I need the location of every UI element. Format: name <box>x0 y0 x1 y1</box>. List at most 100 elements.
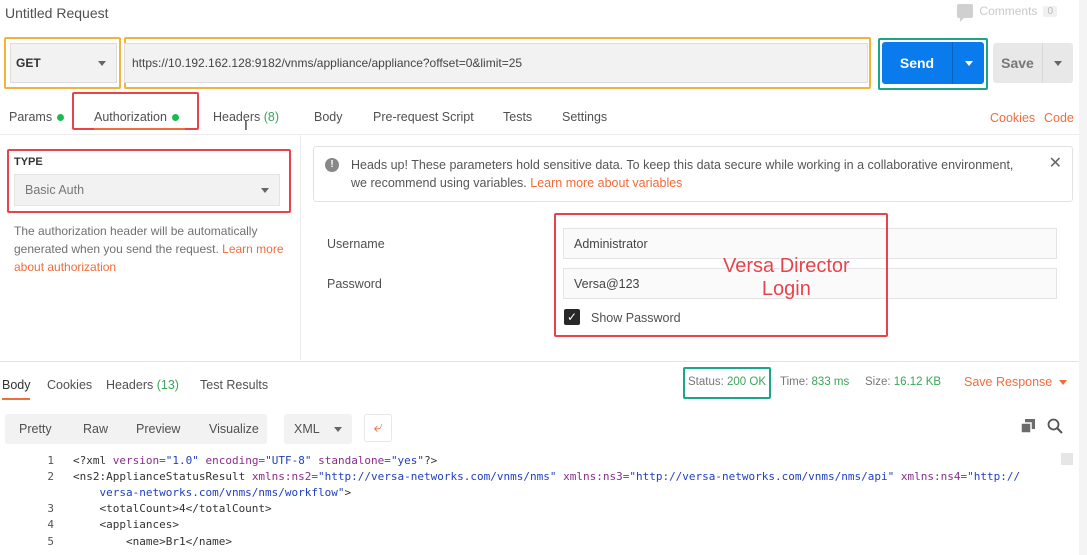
response-tab-cookies[interactable]: Cookies <box>47 378 92 392</box>
xml-value: "http://versa-networks.com/vnms/nms" <box>318 470 557 483</box>
sensitive-data-alert: ! Heads up! These parameters hold sensit… <box>313 146 1073 202</box>
save-options-dropdown[interactable] <box>1042 43 1073 83</box>
time-value: 833 ms <box>811 376 850 388</box>
url-input[interactable]: https://10.192.162.128:9182/vnms/applian… <box>124 43 868 83</box>
wrap-icon: ⤶ <box>373 419 383 436</box>
response-code-viewer[interactable]: 1 2 3 4 5 <?xml version="1.0" encoding="… <box>0 453 1087 555</box>
status-dot-icon <box>171 114 179 122</box>
chevron-down-icon <box>1059 379 1068 385</box>
wrap-lines-button[interactable]: ⤶ <box>364 414 392 442</box>
language-value: XML <box>294 422 320 436</box>
xml-attr: version= <box>112 454 166 467</box>
tab-headers-label: Headers <box>213 110 261 124</box>
cookies-link[interactable]: Cookies <box>990 111 1035 125</box>
annotation-label: Versa Director Login <box>723 255 850 301</box>
comments-label: Comments <box>979 4 1038 18</box>
format-pretty[interactable]: Pretty <box>19 422 52 436</box>
tab-pre-request-script[interactable]: Pre-request Script <box>373 110 474 124</box>
status-dot-icon <box>57 114 65 122</box>
size-value: 16.12 KB <box>893 376 942 388</box>
method-value: GET <box>16 56 41 70</box>
response-headers-count: (13) <box>156 378 179 392</box>
scrollbar-thumb[interactable] <box>1061 453 1073 465</box>
xml-attr: xmlns:ns3= <box>556 470 630 483</box>
auth-help-body: The authorization header will be automat… <box>14 224 258 256</box>
xml-attr: xmlns:ns4= <box>894 470 968 483</box>
line-number: 3 <box>47 502 54 515</box>
divider <box>0 361 1087 362</box>
send-options-dropdown[interactable] <box>952 42 984 84</box>
xml-value: "1.0" <box>165 454 199 467</box>
response-tab-test-results[interactable]: Test Results <box>200 378 268 392</box>
xml-value: "UTF-8" <box>265 454 312 467</box>
status-label: Status: <box>688 376 724 388</box>
comments-button[interactable]: Comments 0 <box>957 4 1057 22</box>
xml-value: versa-networks.com/vnms/nms/workflow" <box>73 486 345 499</box>
format-raw[interactable]: Raw <box>83 422 108 436</box>
active-tab-underline <box>2 398 30 400</box>
method-select[interactable]: GET <box>10 43 117 83</box>
xml-value: "http:// <box>967 470 1021 483</box>
response-tab-headers[interactable]: Headers (13) <box>106 378 179 392</box>
status-value: 200 OK <box>727 376 767 388</box>
auth-type-select[interactable]: Basic Auth <box>14 174 280 206</box>
format-preview[interactable]: Preview <box>136 422 180 436</box>
xml-value: "http://versa-networks.com/vnms/nms/api" <box>629 470 895 483</box>
code-link[interactable]: Code <box>1044 111 1074 125</box>
request-title[interactable]: Untitled Request <box>5 5 109 21</box>
tab-authorization[interactable]: Authorization <box>94 110 179 124</box>
search-icon[interactable] <box>1047 418 1063 434</box>
xml-attr: standalone= <box>311 454 391 467</box>
tab-params-label: Params <box>9 110 53 124</box>
close-icon[interactable]: ✕ <box>1049 155 1062 173</box>
chevron-down-icon <box>964 60 973 66</box>
tab-headers-count: (8) <box>263 110 280 124</box>
code-line: <?xml version="1.0" encoding="UTF-8" sta… <box>73 453 437 469</box>
size-indicator: Size: 16.12 KB <box>865 376 941 388</box>
tab-settings[interactable]: Settings <box>562 110 607 124</box>
code-line: <totalCount>4</totalCount> <box>73 502 272 515</box>
tab-params[interactable]: Params <box>9 110 65 124</box>
status-indicator: Status: 200 OK <box>688 376 766 388</box>
xml-value: "yes" <box>390 454 425 467</box>
copy-icon[interactable] <box>1021 419 1035 433</box>
chevron-down-icon <box>261 187 269 193</box>
send-button[interactable]: Send <box>882 42 984 84</box>
xml-attr: xmlns:ns2= <box>251 470 319 483</box>
language-select[interactable]: XML <box>284 414 352 444</box>
xml-tag: > <box>344 486 352 499</box>
line-number: 5 <box>47 535 54 548</box>
tab-body[interactable]: Body <box>314 110 343 124</box>
comment-icon <box>957 4 974 22</box>
save-response-label: Save Response <box>964 375 1053 389</box>
annotation-line2: Login <box>761 278 811 300</box>
line-number: 1 <box>47 454 54 467</box>
code-line: <name>Br1</name> <box>73 535 232 548</box>
chevron-down-icon <box>1054 60 1062 66</box>
auth-help-text: The authorization header will be automat… <box>14 222 289 276</box>
tab-tests[interactable]: Tests <box>503 110 532 124</box>
type-label: TYPE <box>14 156 43 168</box>
time-indicator: Time: 833 ms <box>780 376 849 388</box>
response-tab-body[interactable]: Body <box>2 378 31 392</box>
save-response-button[interactable]: Save Response <box>964 375 1068 389</box>
format-visualize[interactable]: Visualize <box>209 422 259 436</box>
url-value: https://10.192.162.128:9182/vnms/applian… <box>132 56 523 70</box>
send-label: Send <box>899 55 935 71</box>
code-line: <appliances> <box>73 518 179 531</box>
page-scrollbar[interactable] <box>1079 0 1087 555</box>
code-line: versa-networks.com/vnms/nms/workflow"> <box>73 485 351 501</box>
tab-authorization-label: Authorization <box>94 110 167 124</box>
xml-pi-open: <?xml <box>73 454 113 467</box>
text-cursor-icon: I <box>244 117 248 133</box>
annotation-line1: Versa Director <box>723 255 850 277</box>
line-number: 2 <box>47 470 54 483</box>
size-label: Size: <box>865 376 891 388</box>
auth-type-value: Basic Auth <box>25 183 85 197</box>
username-label: Username <box>327 237 385 251</box>
password-label: Password <box>327 277 382 291</box>
line-number: 4 <box>47 518 54 531</box>
learn-more-variables-link[interactable]: Learn more about variables <box>530 176 682 190</box>
xml-tag: <ns2:ApplianceStatusResult <box>73 470 252 483</box>
save-button[interactable]: Save <box>993 43 1073 83</box>
